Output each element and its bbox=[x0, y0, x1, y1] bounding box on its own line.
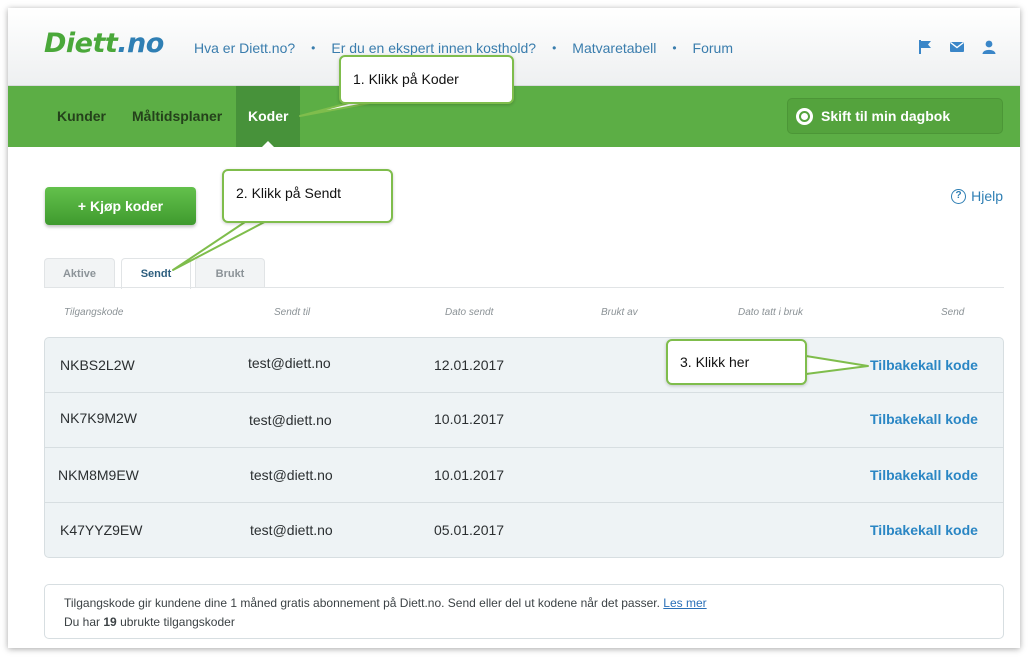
callout-step-3: 3. Klikk her bbox=[666, 339, 807, 385]
callout-pointers bbox=[172, 99, 869, 375]
app-window: Diett.no Hva er Diett.no? • Er du en eks… bbox=[8, 8, 1020, 648]
callout-step-2: 2. Klikk på Sendt bbox=[222, 169, 393, 223]
callout-step-1: 1. Klikk på Koder bbox=[339, 55, 514, 104]
